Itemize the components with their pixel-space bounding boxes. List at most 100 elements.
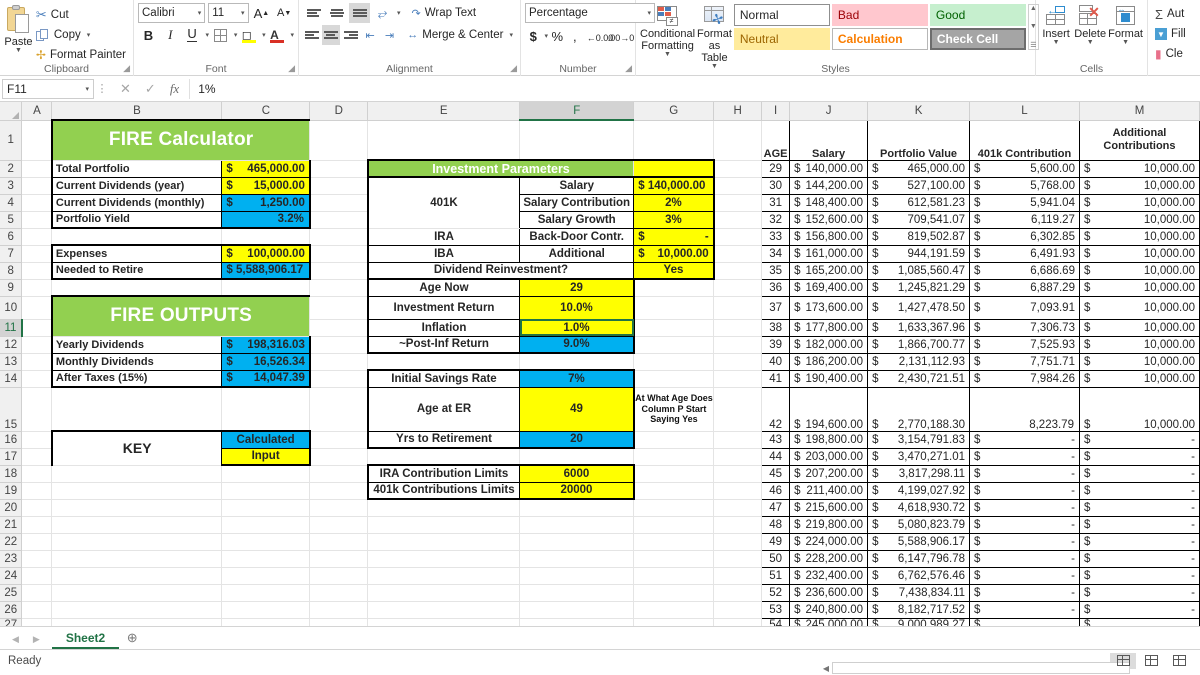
cell-J16[interactable]: $198,800.00 xyxy=(789,431,869,449)
row-header-7[interactable]: 7 xyxy=(0,245,23,263)
cell-D18[interactable] xyxy=(309,465,369,483)
cell-C26[interactable] xyxy=(221,601,311,619)
bold-button[interactable]: B xyxy=(138,25,159,45)
autosum-button[interactable]: Σ Aut xyxy=(1152,4,1196,24)
cell-I13[interactable]: 40 xyxy=(761,353,791,371)
cell-M4[interactable]: $10,000.00 xyxy=(1079,194,1200,212)
cell-D2[interactable] xyxy=(309,160,369,178)
cell-H20[interactable] xyxy=(713,499,763,517)
cell-M9[interactable]: $10,000.00 xyxy=(1079,279,1200,297)
cell-K18[interactable]: $3,817,298.11 xyxy=(867,465,971,483)
row-header-27[interactable]: 27 xyxy=(0,618,23,626)
cell-D5[interactable] xyxy=(309,211,369,229)
cell-E25[interactable] xyxy=(367,584,521,602)
cell-C18[interactable] xyxy=(221,465,311,483)
cell-D7[interactable] xyxy=(309,245,369,263)
cell-M24[interactable]: $ - xyxy=(1079,567,1200,585)
cell-M20[interactable]: $ - xyxy=(1079,499,1200,517)
cell-C6[interactable] xyxy=(221,228,311,246)
column-header-I[interactable]: I xyxy=(761,102,791,121)
cell-D22[interactable] xyxy=(309,533,369,551)
cell-I4[interactable]: 31 xyxy=(761,194,791,212)
row-header-26[interactable]: 26 xyxy=(0,601,23,619)
ip-value-ira-limits[interactable]: 6000 xyxy=(519,464,635,483)
ip-value-age-at-er[interactable]: 49 xyxy=(519,387,635,432)
cell-I26[interactable]: 53 xyxy=(761,601,791,619)
clear-button[interactable]: ▮ Cle xyxy=(1152,44,1196,64)
chevron-down-icon[interactable]: ▼ xyxy=(1122,39,1129,46)
ip-salary-value[interactable] xyxy=(633,159,715,178)
cell-G9[interactable] xyxy=(633,279,715,297)
cell-A10[interactable] xyxy=(21,296,53,320)
cell-D10[interactable] xyxy=(309,296,369,320)
row-header-6[interactable]: 6 xyxy=(0,228,23,246)
cell-H21[interactable] xyxy=(713,516,763,534)
cell-C23[interactable] xyxy=(221,550,311,568)
cell-G19[interactable] xyxy=(633,482,715,500)
cell-C19[interactable] xyxy=(221,482,311,500)
font-family-select[interactable]: Calibri ▾ xyxy=(138,3,206,23)
cell-F1[interactable] xyxy=(519,120,635,161)
row-header-15[interactable]: 15 xyxy=(0,387,23,432)
cell-J19[interactable]: $211,400.00 xyxy=(789,482,869,500)
cell-A18[interactable] xyxy=(21,465,53,483)
row-header-4[interactable]: 4 xyxy=(0,194,23,212)
cell-L18[interactable]: $ - xyxy=(969,465,1080,483)
cell-K20[interactable]: $4,618,930.72 xyxy=(867,499,971,517)
cell-H11[interactable] xyxy=(713,319,763,337)
merge-center-button[interactable]: ↔ Merge & Center ▾ xyxy=(404,25,516,45)
cell-E21[interactable] xyxy=(367,516,521,534)
cell-J11[interactable]: $177,800.00 xyxy=(789,319,869,337)
cell-D21[interactable] xyxy=(309,516,369,534)
fill-button[interactable]: ▼ Fill xyxy=(1152,24,1196,44)
cell-C15[interactable] xyxy=(221,387,311,432)
cell-J13[interactable]: $186,200.00 xyxy=(789,353,869,371)
next-sheet-icon[interactable]: ▶ xyxy=(33,634,40,645)
cell-I10[interactable]: 37 xyxy=(761,296,791,320)
chevron-down-icon[interactable]: ▼ xyxy=(1087,39,1094,46)
cell-B15[interactable] xyxy=(51,387,223,432)
cell-D20[interactable] xyxy=(309,499,369,517)
cell-J8[interactable]: $165,200.00 xyxy=(789,262,869,280)
cell-D11[interactable] xyxy=(309,319,369,337)
cell-H16[interactable] xyxy=(713,431,763,449)
enter-icon[interactable]: ✓ xyxy=(145,81,156,97)
cell-I8[interactable]: 35 xyxy=(761,262,791,280)
value-monthly-dividends[interactable]: $16,526.34 xyxy=(221,353,311,371)
value-current-dividends-monthly[interactable]: $1,250.00 xyxy=(221,194,311,212)
column-header-K[interactable]: K xyxy=(867,102,971,121)
ip-value-initial-savings-rate[interactable]: 7% xyxy=(519,369,635,388)
orientation-button[interactable]: ⥂ xyxy=(372,3,393,23)
column-header-H[interactable]: H xyxy=(713,102,763,121)
cell-L23[interactable]: $ - xyxy=(969,550,1080,568)
value-total-portfolio[interactable]: $465,000.00 xyxy=(221,160,311,178)
horizontal-scroll-track[interactable] xyxy=(832,662,1130,674)
increase-font-size-button[interactable]: A ▲ xyxy=(252,3,272,23)
cell-L15[interactable]: 8,223.79 xyxy=(969,387,1080,432)
cell-A16[interactable] xyxy=(21,431,53,449)
cell-D4[interactable] xyxy=(309,194,369,212)
cell-M22[interactable]: $ - xyxy=(1079,533,1200,551)
cell-E1[interactable] xyxy=(367,120,521,161)
cell-M15[interactable]: $10,000.00 xyxy=(1079,387,1200,432)
cell-B27[interactable] xyxy=(51,618,223,626)
cell-C22[interactable] xyxy=(221,533,311,551)
cell-I22[interactable]: 49 xyxy=(761,533,791,551)
cell-K25[interactable]: $7,438,834.11 xyxy=(867,584,971,602)
cell-D15[interactable] xyxy=(309,387,369,432)
row-header-19[interactable]: 19 xyxy=(0,482,23,500)
cell-D6[interactable] xyxy=(309,228,369,246)
cell-H15[interactable] xyxy=(713,387,763,432)
delete-cells-button[interactable]: ✕ Delete ▼ xyxy=(1073,3,1107,62)
cell-G17[interactable] xyxy=(633,448,715,466)
align-top-button[interactable] xyxy=(303,3,324,23)
cell-D12[interactable] xyxy=(309,336,369,354)
cell-A23[interactable] xyxy=(21,550,53,568)
cell-M5[interactable]: $10,000.00 xyxy=(1079,211,1200,229)
underline-button[interactable]: U xyxy=(182,25,203,45)
cell-G24[interactable] xyxy=(633,567,715,585)
cell-K8[interactable]: $1,085,560.47 xyxy=(867,262,971,280)
cell-L6[interactable]: $6,302.85 xyxy=(969,228,1080,246)
cell-I24[interactable]: 51 xyxy=(761,567,791,585)
cell-A17[interactable] xyxy=(21,448,53,466)
